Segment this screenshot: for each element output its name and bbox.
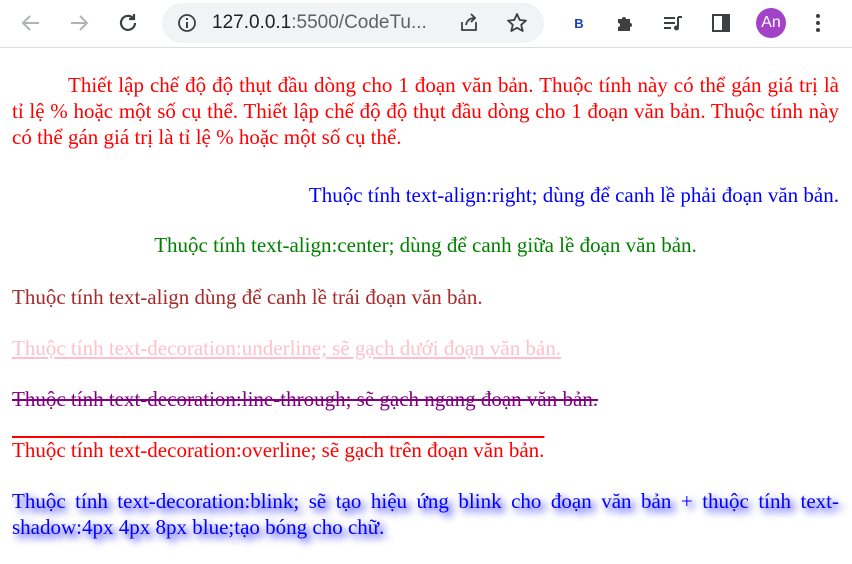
- paragraph-underline: Thuộc tính text-decoration:underline; sẽ…: [12, 336, 562, 360]
- address-bar[interactable]: 127.0.0.1:5500/CodeTu...: [162, 3, 544, 43]
- reload-icon[interactable]: [115, 10, 141, 36]
- paragraph-align-center: Thuộc tính text-align:center; dùng để ca…: [154, 233, 697, 257]
- paragraph-align-left: Thuộc tính text-align dùng để canh lề tr…: [12, 285, 483, 309]
- paragraph-text-shadow: Thuộc tính text-decoration:blink; sẽ tạo…: [12, 489, 839, 539]
- menu-dots-icon[interactable]: [805, 10, 831, 36]
- url-text[interactable]: 127.0.0.1:5500/CodeTu...: [212, 3, 427, 43]
- page-content: Thiết lập chế độ độ thụt đầu dòng cho 1 …: [12, 72, 839, 539]
- profile-avatar[interactable]: An: [756, 8, 786, 38]
- browser-toolbar: 127.0.0.1:5500/CodeTu... B An: [0, 0, 852, 48]
- side-panel-icon[interactable]: [708, 10, 734, 36]
- paragraph-align-right: Thuộc tính text-align:right; dùng để can…: [308, 183, 839, 207]
- paragraph-text-indent: Thiết lập chế độ độ thụt đầu dòng cho 1 …: [12, 73, 839, 149]
- share-icon[interactable]: [456, 10, 482, 36]
- paragraph-overline: Thuộc tính text-decoration:overline; sẽ …: [12, 438, 545, 462]
- back-arrow-icon[interactable]: [18, 10, 44, 36]
- forward-arrow-icon[interactable]: [66, 10, 92, 36]
- media-queue-icon[interactable]: [660, 10, 686, 36]
- paragraph-line-through: Thuộc tính text-decoration:line-through;…: [12, 387, 599, 411]
- puzzle-icon[interactable]: [612, 10, 638, 36]
- star-icon[interactable]: [504, 10, 530, 36]
- extension-b-icon[interactable]: B: [566, 10, 592, 36]
- info-icon[interactable]: [174, 10, 200, 36]
